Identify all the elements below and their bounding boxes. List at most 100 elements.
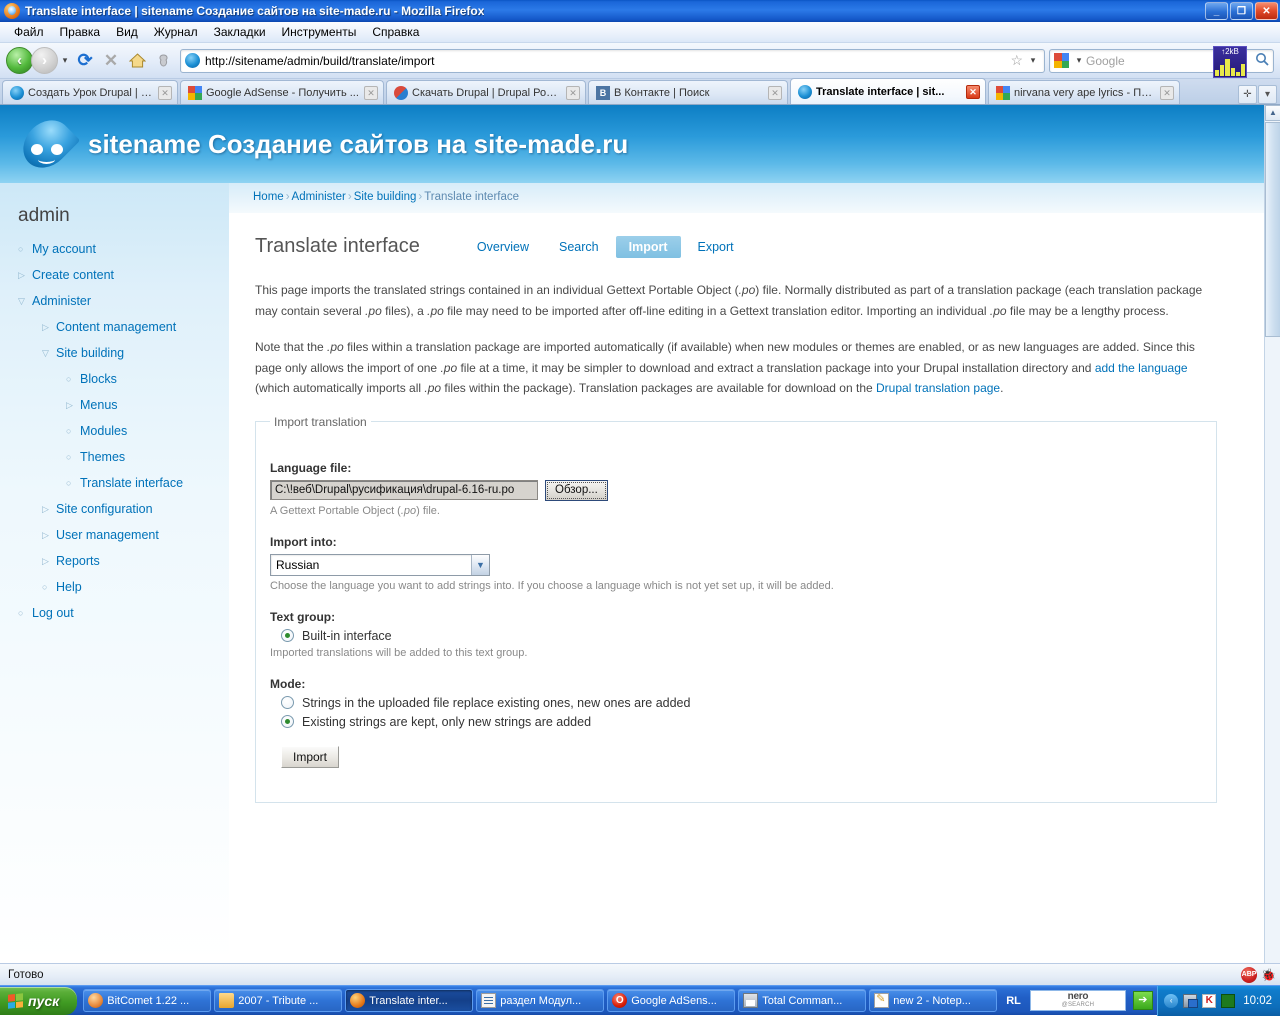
network-monitor-widget[interactable]: ↑2kB (1213, 45, 1247, 78)
urlbar-chevron-down-icon[interactable]: ▾ (1026, 55, 1040, 66)
nero-search-box[interactable]: nero @SEARCH (1029, 990, 1126, 1011)
menu-item-tools[interactable]: Инструменты (274, 23, 365, 41)
adblock-plus-icon[interactable]: ABP (1241, 966, 1258, 983)
kaspersky-icon[interactable]: K (1202, 993, 1217, 1008)
start-button[interactable]: пуск (0, 986, 78, 1015)
menu-item-history[interactable]: Журнал (146, 23, 206, 41)
menu-item-help[interactable]: Справка (364, 23, 427, 41)
browse-button[interactable]: Обзор... (545, 479, 608, 501)
taskbar-item-opera[interactable]: O Google AdSens... (607, 989, 736, 1012)
menu-item-edit[interactable]: Правка (52, 23, 109, 41)
sidebar-item-create-content[interactable]: ▷ Create content (18, 263, 229, 289)
menu-item-bookmarks[interactable]: Закладки (206, 23, 274, 41)
tray-expand-icon[interactable]: ‹ (1164, 993, 1179, 1008)
taskbar-item-bitcomet[interactable]: BitComet 1.22 ... (83, 989, 212, 1012)
import-submit-button[interactable]: Import (281, 745, 340, 768)
tray-app-icon[interactable] (1221, 993, 1236, 1008)
browser-tab-4-active[interactable]: Translate interface | sit... ✕ (790, 78, 986, 104)
stop-button[interactable]: ✕ (98, 48, 124, 74)
taskbar-item-notepad[interactable]: new 2 - Notep... (869, 989, 998, 1012)
search-icon[interactable] (1252, 52, 1269, 69)
po-extension: .po (738, 283, 756, 297)
add-the-language-link[interactable]: add the language (1095, 361, 1188, 375)
google-icon (1054, 53, 1069, 68)
drupal-translation-page-link[interactable]: Drupal translation page (876, 381, 1000, 395)
url-text[interactable]: http://sitename/admin/build/translate/im… (205, 54, 1007, 68)
mode-option-replace[interactable]: Strings in the uploaded file replace exi… (281, 696, 1196, 710)
sidebar-item-user-management[interactable]: ▷ User management (18, 523, 229, 549)
reload-button[interactable]: ⟳ (72, 48, 98, 74)
home-icon[interactable] (124, 48, 150, 74)
restore-button[interactable]: ❐ (1230, 2, 1253, 20)
tab-export[interactable]: Export (685, 236, 747, 258)
browser-tab-2[interactable]: Скачать Drupal | Drupal Росс... ✕ (386, 80, 586, 104)
tab-close-icon[interactable]: ✕ (768, 85, 782, 100)
taskbar-item-folder[interactable]: 2007 - Tribute ... (214, 989, 343, 1012)
page-scrollbar[interactable]: ▲ (1264, 105, 1280, 963)
feed-icon[interactable] (150, 48, 176, 74)
nero-go-arrow-icon[interactable]: ➔ (1132, 991, 1153, 1010)
chevron-down-icon[interactable]: ▾ (58, 55, 72, 66)
tab-overview[interactable]: Overview (464, 236, 542, 258)
back-button[interactable]: ‹ (6, 47, 33, 74)
scroll-up-button[interactable]: ▲ (1265, 105, 1280, 121)
language-file-input[interactable]: C:\!веб\Drupal\русификация\drupal-6.16-r… (270, 480, 538, 500)
radio-button[interactable] (281, 629, 294, 642)
sidebar-item-themes[interactable]: ○ Themes (18, 445, 229, 471)
breadcrumb-site-building[interactable]: Site building (354, 191, 417, 203)
minimize-button[interactable]: _ (1205, 2, 1228, 20)
browser-tab-1[interactable]: Google AdSense - Получить ... ✕ (180, 80, 384, 104)
browser-tab-label: Скачать Drupal | Drupal Росс... (412, 86, 562, 99)
taskbar-item-firefox-active[interactable]: Translate inter... (345, 989, 474, 1012)
sidebar-item-menus[interactable]: ▷ Menus (18, 393, 229, 419)
tab-close-icon[interactable]: ✕ (1160, 85, 1174, 100)
browser-tab-0[interactable]: Создать Урок Drupal | Созд... ✕ (2, 80, 178, 104)
scrollbar-thumb[interactable] (1265, 122, 1280, 337)
sidebar-item-content-management[interactable]: ▷ Content management (18, 315, 229, 341)
sidebar-item-log-out[interactable]: ○ Log out (18, 601, 229, 627)
tab-import[interactable]: Import (615, 235, 681, 258)
breadcrumb-administer[interactable]: Administer (292, 191, 346, 203)
breadcrumb-home[interactable]: Home (253, 191, 284, 203)
search-box[interactable]: ▾ Google ↑2kB (1049, 45, 1274, 78)
menu-item-view[interactable]: Вид (108, 23, 146, 41)
new-tab-icon[interactable]: ✛ (1238, 85, 1257, 104)
drupal-logo-icon[interactable] (13, 110, 81, 178)
taskbar-item-total-commander[interactable]: Total Comman... (738, 989, 867, 1012)
tab-close-icon[interactable]: ✕ (966, 84, 980, 99)
site-header: sitename Создание сайтов на site-made.ru (0, 105, 1264, 183)
network-icon[interactable] (1183, 993, 1199, 1008)
tab-list-chevron-down-icon[interactable]: ▾ (1258, 85, 1277, 104)
page-viewport: sitename Создание сайтов на site-made.ru… (0, 105, 1280, 963)
url-bar[interactable]: http://sitename/admin/build/translate/im… (180, 48, 1045, 73)
taskbar-item-document[interactable]: раздел Модул... (476, 989, 605, 1012)
bookmark-star-icon[interactable]: ☆ (1007, 52, 1026, 69)
radio-button[interactable] (281, 696, 294, 709)
sidebar-item-my-account[interactable]: ○ My account (18, 237, 229, 263)
browser-tab-5[interactable]: nirvana very ape lyrics - Поис... ✕ (988, 80, 1180, 104)
sidebar-item-site-configuration[interactable]: ▷ Site configuration (18, 497, 229, 523)
close-button[interactable]: ✕ (1255, 2, 1278, 20)
import-into-select[interactable]: Russian ▼ (270, 553, 490, 576)
tab-close-icon[interactable]: ✕ (364, 85, 378, 100)
sidebar-item-modules[interactable]: ○ Modules (18, 419, 229, 445)
sidebar-item-blocks[interactable]: ○ Blocks (18, 367, 229, 393)
forward-button[interactable]: › (31, 47, 58, 74)
tab-close-icon[interactable]: ✕ (566, 85, 580, 100)
tab-search[interactable]: Search (546, 236, 612, 258)
tab-close-icon[interactable]: ✕ (158, 85, 172, 100)
chevron-down-icon[interactable]: ▼ (471, 554, 489, 575)
sidebar-item-administer[interactable]: ▽ Administer (18, 289, 229, 315)
sidebar-item-reports[interactable]: ▷ Reports (18, 549, 229, 575)
mode-option-keep[interactable]: Existing strings are kept, only new stri… (281, 715, 1196, 729)
sidebar-item-translate-interface[interactable]: ○ Translate interface (18, 471, 229, 497)
menu-item-file[interactable]: Файл (6, 23, 52, 41)
sidebar-item-help[interactable]: ○ Help (18, 575, 229, 601)
browser-tab-3[interactable]: В В Контакте | Поиск ✕ (588, 80, 788, 104)
text-group-option-builtin[interactable]: Built-in interface (281, 629, 1196, 643)
firebug-icon[interactable]: 🐞 (1261, 968, 1276, 982)
sidebar-item-site-building[interactable]: ▽ Site building (18, 341, 229, 367)
search-engine-chevron-icon[interactable]: ▾ (1072, 55, 1086, 66)
radio-button[interactable] (281, 715, 294, 728)
language-file-label: Language file: (270, 460, 352, 475)
